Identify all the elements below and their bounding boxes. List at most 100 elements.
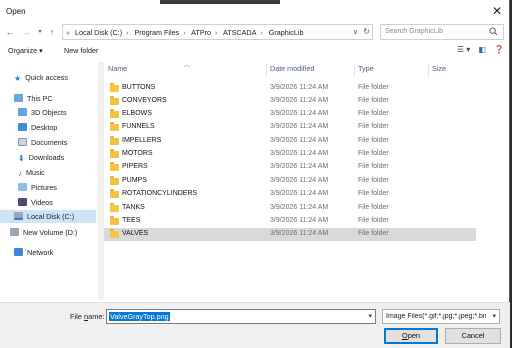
file-row[interactable]: ELBOWS 3/9/2026 11:24 AM File folder [104,108,476,121]
nav-item-desktop[interactable]: Desktop [18,123,57,136]
column-header-date-modified[interactable]: Date modified [270,64,314,78]
column-divider[interactable] [354,64,355,78]
file-row[interactable]: PUMPS 3/9/2026 11:24 AM File folder [104,175,476,188]
chevron-down-icon[interactable]: ▾ [492,312,496,320]
breadcrumb-separator-icon[interactable]: › [183,30,185,37]
up-arrow-icon[interactable]: ↑ [46,25,58,39]
file-name-input[interactable]: ValveGrayTop.png ▾ [106,309,376,324]
videos-icon [18,198,27,206]
file-row-selected[interactable]: VALVES 3/9/2026 11:24 AM File folder [104,228,476,241]
open-file-dialog: Open ✕ ← → ▾ ↑ « Local Disk (C:) › Progra… [0,0,510,348]
view-options-icon[interactable]: ☰ ▾ [457,45,470,54]
nav-item-documents[interactable]: Documents [18,138,67,151]
nav-item-3d-objects[interactable]: 3D Objects [18,108,67,121]
search-placeholder: Search GraphicLib [385,28,443,35]
file-date: 3/9/2026 11:24 AM [270,204,329,211]
breadcrumb-local-disk[interactable]: Local Disk (C:) [75,28,122,37]
pictures-icon [18,183,27,191]
new-folder-button[interactable]: New folder [64,46,98,55]
file-row[interactable]: IMPELLERS 3/9/2026 11:24 AM File folder [104,135,476,148]
music-icon: ♪ [18,169,22,178]
file-row[interactable]: FUNNELS 3/9/2026 11:24 AM File folder [104,121,476,134]
back-arrow-icon[interactable]: ← [4,25,16,39]
breadcrumb-graphiclib[interactable]: GraphicLib [269,28,304,37]
close-icon[interactable]: ✕ [490,4,504,18]
file-name: CONVEYORS [122,97,167,104]
file-list: Name ︿ Date modified Type Size BUTTONS 3/… [104,62,496,300]
column-divider[interactable] [428,64,429,78]
preview-pane-icon[interactable]: ◧ [478,45,486,54]
file-type-filter-select[interactable]: Image Files(*.gif;*.jpg;*.jpeg;*.bmp;*.p… [382,309,500,324]
file-date: 3/9/2026 11:24 AM [270,110,329,117]
file-name-label-part: ame: [88,312,105,321]
pc-breadcrumb-icon[interactable]: « [66,28,70,37]
file-type-filter-value: Image Files(*.gif;*.jpg;*.jpeg;*.bmp;*.p… [386,313,486,320]
chevron-down-icon[interactable]: ▾ [368,312,372,320]
file-row[interactable]: MOTORS 3/9/2026 11:24 AM File folder [104,148,476,161]
file-name: TEES [122,217,141,224]
nav-label: Videos [31,198,53,207]
nav-label: Quick access [25,73,68,82]
nav-label: Local Disk (C:) [27,212,75,221]
file-type: File folder [358,97,389,104]
nav-item-pictures[interactable]: Pictures [18,183,57,196]
file-date: 3/9/2026 11:24 AM [270,150,329,157]
nav-item-music[interactable]: ♪ Music [18,168,45,181]
file-date: 3/9/2026 11:24 AM [270,217,329,224]
nav-item-new-volume-d[interactable]: New Volume (D:) [10,228,77,241]
open-button[interactable]: Open [384,328,438,344]
search-box[interactable]: Search GraphicLib [380,24,504,40]
network-icon [14,248,23,256]
breadcrumb-atscada[interactable]: ATSCADA [223,28,256,37]
file-row[interactable]: BUTTONS 3/9/2026 11:24 AM File folder [104,82,476,95]
file-type: File folder [358,230,389,237]
forward-arrow-icon[interactable]: → [20,25,32,39]
nav-item-local-disk-c[interactable]: Local Disk (C:) [0,210,96,223]
file-type: File folder [358,190,389,197]
breadcrumb-program-files[interactable]: Program Files [134,28,179,37]
breadcrumb-separator-icon[interactable]: › [260,30,262,37]
folder-icon [110,176,119,185]
address-dropdown-icon[interactable]: ∨ [353,28,358,36]
organize-button[interactable]: Organize ▾ [8,46,43,55]
file-row[interactable]: TEES 3/9/2026 11:24 AM File folder [104,215,476,228]
file-type: File folder [358,84,389,91]
file-date: 3/9/2026 11:24 AM [270,230,329,237]
file-type: File folder [358,217,389,224]
folder-icon [110,162,119,171]
file-row[interactable]: CONVEYORS 3/9/2026 11:24 AM File folder [104,95,476,108]
file-name: PUMPS [122,177,147,184]
column-header-type[interactable]: Type [358,64,374,78]
cancel-button[interactable]: Cancel [445,328,501,344]
help-icon[interactable]: ❓ [494,45,504,54]
folder-icon [110,109,119,118]
column-divider[interactable] [266,64,267,78]
column-header-size[interactable]: Size [432,64,446,78]
file-row[interactable]: ROTATIONCYLINDERS 3/9/2026 11:24 AM File f… [104,188,476,201]
file-date: 3/9/2026 11:24 AM [270,190,329,197]
nav-item-this-pc[interactable]: This PC [14,94,53,107]
address-bar[interactable]: « Local Disk (C:) › Program Files › ATPro ›… [62,24,373,40]
folder-icon [110,83,119,92]
nav-item-network[interactable]: Network [14,248,53,261]
dialog-footer: File name: ValveGrayTop.png ▾ Image File… [0,302,510,348]
file-date: 3/9/2026 11:24 AM [270,137,329,144]
window-title: Open [6,7,26,16]
file-date: 3/9/2026 11:24 AM [270,177,329,184]
nav-item-quick-access[interactable]: ★ Quick access [14,73,68,86]
file-row[interactable]: PIPERS 3/9/2026 11:24 AM File folder [104,161,476,174]
file-name: ROTATIONCYLINDERS [122,190,198,197]
search-icon [489,27,498,36]
nav-item-downloads[interactable]: ⬇ Downloads [18,153,64,166]
column-header-name[interactable]: Name [108,64,127,78]
file-name: BUTTONS [122,84,156,91]
breadcrumb-separator-icon[interactable]: › [126,30,128,37]
breadcrumb-atpro[interactable]: ATPro [191,28,211,37]
breadcrumb-separator-icon[interactable]: › [215,30,217,37]
file-row[interactable]: TANKS 3/9/2026 11:24 AM File folder [104,202,476,215]
toolbar: Organize ▾ New folder ☰ ▾ ◧ ❓ [0,42,510,60]
refresh-icon[interactable]: ↻ [363,27,370,36]
documents-icon [18,138,27,146]
file-type: File folder [358,137,389,144]
recent-locations-chevron-icon[interactable]: ▾ [34,25,46,39]
